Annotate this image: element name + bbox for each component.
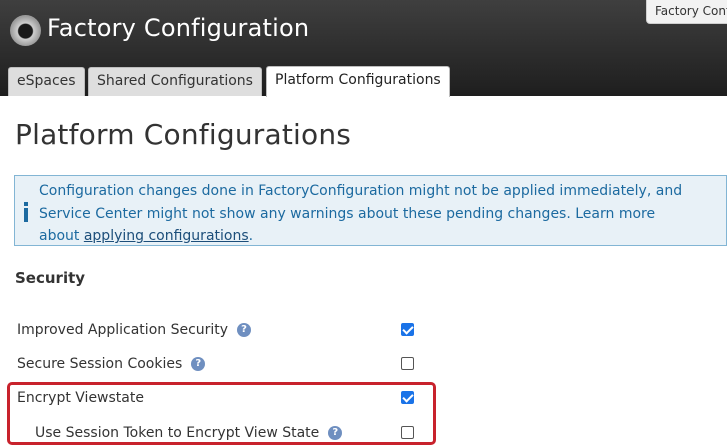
security-heading: Security	[15, 269, 86, 287]
tab-platform-configurations[interactable]: Platform Configurations	[266, 66, 450, 97]
setting-label: Secure Session Cookies	[17, 356, 183, 372]
checkbox-secure-session-cookies[interactable]	[401, 357, 414, 370]
tab-espaces[interactable]: eSpaces	[8, 67, 85, 96]
setting-row-improved-application-security: Improved Application Security?	[0, 317, 727, 343]
setting-row-secure-session-cookies: Secure Session Cookies?	[0, 351, 727, 377]
checkbox-improved-application-security[interactable]	[401, 323, 414, 336]
highlight-box	[7, 382, 436, 445]
page-title: Platform Configurations	[15, 118, 352, 151]
app-header: Factory Configuration Factory Configu eS…	[0, 0, 727, 97]
setting-label: Improved Application Security	[17, 322, 229, 338]
info-notice-text: Configuration changes done in FactoryCon…	[39, 180, 699, 248]
info-notice-end: .	[248, 228, 254, 244]
info-icon	[23, 202, 29, 222]
info-notice: Configuration changes done in FactoryCon…	[14, 175, 727, 246]
window-title-tab[interactable]: Factory Configu	[646, 0, 727, 24]
applying-configurations-link[interactable]: applying configurations	[84, 228, 249, 244]
app-title: Factory Configuration	[47, 14, 310, 42]
help-icon[interactable]: ?	[191, 357, 206, 371]
tab-shared-configurations[interactable]: Shared Configurations	[88, 67, 262, 96]
help-icon[interactable]: ?	[237, 323, 252, 337]
app-logo-icon	[10, 15, 41, 46]
